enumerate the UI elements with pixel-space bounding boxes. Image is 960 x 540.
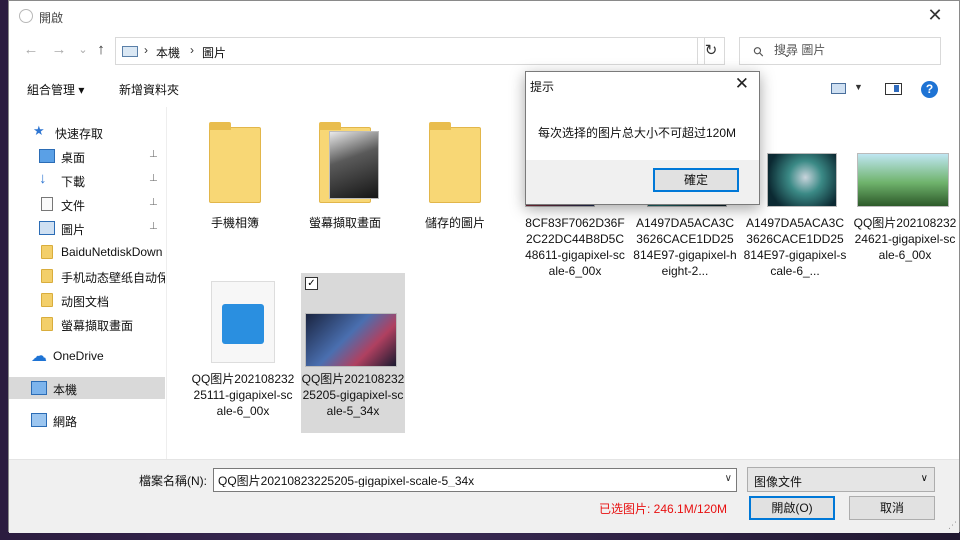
cloud-icon: ☁ (31, 348, 47, 365)
sidebar-item-pictures[interactable]: 圖片 ⊥ (9, 217, 165, 239)
breadcrumb-this-pc[interactable]: 本機 (156, 44, 180, 61)
back-arrow-icon[interactable]: ← (21, 41, 41, 58)
sidebar-item-screenshots[interactable]: 螢幕擷取畫面 (9, 313, 165, 335)
file-name: QQ图片20210823224621-gigapixel-scale-6_00x (853, 216, 957, 262)
address-bar[interactable]: › 本機 › 圖片 ⌄ (115, 37, 792, 65)
up-arrow-icon[interactable]: ↑ (91, 41, 111, 58)
star-icon: ★ (33, 123, 45, 138)
resize-grip-icon[interactable]: ⋰ (948, 520, 957, 531)
computer-icon (31, 381, 47, 395)
organize-button[interactable]: 組合管理 ▾ (27, 81, 84, 98)
file-name: QQ图片20210823225205-gigapixel-scale-5_34x (301, 372, 405, 418)
view-options-icon[interactable] (831, 83, 846, 94)
file-type-select[interactable]: 图像文件 ∨ (747, 467, 935, 492)
breadcrumb-pictures[interactable]: 圖片 (202, 44, 226, 61)
file-name: 儲存的圖片 (424, 216, 485, 230)
help-icon[interactable]: ? (921, 81, 938, 98)
file-item-image-selected[interactable]: ✓ QQ图片20210823225205-gigapixel-scale-5_3… (301, 273, 405, 433)
alert-message: 每次选择的图片总大小不可超过120M (538, 126, 737, 140)
filename-input[interactable] (218, 473, 713, 487)
selection-checkbox[interactable]: ✓ (305, 277, 318, 290)
forward-arrow-icon[interactable]: → (49, 41, 69, 58)
sidebar-item-wallpaper-folder[interactable]: 手机动态壁纸自动保 (9, 265, 165, 287)
alert-dialog: 提示 ✕ 每次选择的图片总大小不可超过120M 確定 (525, 71, 760, 205)
file-name: 螢幕擷取畫面 (308, 216, 381, 230)
chevron-down-icon[interactable]: ∨ (725, 473, 732, 484)
breadcrumb-separator[interactable]: › (190, 43, 194, 57)
file-item-folder[interactable]: 螢幕擷取畫面 (293, 113, 397, 263)
alert-title: 提示 (530, 80, 555, 94)
desktop-icon (39, 149, 55, 163)
image-thumbnail (305, 313, 397, 367)
sidebar-item-downloads[interactable]: ↓ 下載 ⊥ (9, 169, 165, 191)
file-name: 手機相簿 (210, 216, 259, 230)
close-icon[interactable]: ✕ (925, 5, 945, 27)
window-title: 開啟 (39, 11, 64, 25)
sidebar-item-baidunetdisk[interactable]: BaiduNetdiskDown (9, 241, 165, 263)
pictures-icon (39, 221, 55, 235)
pin-icon[interactable]: ⊥ (149, 149, 158, 160)
folder-icon (41, 317, 53, 331)
file-name: 8CF83F7062D36F2C22DC44B8D5C48611-gigapix… (525, 216, 625, 278)
file-name: A1497DA5ACA3C3626CACE1DD25814E97-gigapix… (633, 216, 737, 278)
folder-icon (429, 122, 481, 203)
dialog-footer: 檔案名稱(N): ∨ 图像文件 ∨ 已选图片: 246.1M/120M 開啟(O… (9, 459, 959, 533)
file-name: A1497DA5ACA3C3626CACE1DD25814E97-gigapix… (743, 216, 847, 278)
pin-icon[interactable]: ⊥ (149, 173, 158, 184)
image-thumbnail (767, 153, 837, 207)
breadcrumb-separator[interactable]: › (144, 43, 148, 57)
new-folder-button[interactable]: 新增資料夾 (119, 81, 179, 98)
pin-icon[interactable]: ⊥ (149, 221, 158, 232)
sidebar-item-gif-docs[interactable]: 动图文档 (9, 289, 165, 311)
open-button[interactable]: 開啟(O) (749, 496, 835, 520)
file-type-value: 图像文件 (754, 475, 803, 489)
recent-locations-chevron-icon[interactable]: ⌄ (73, 43, 93, 56)
document-icon (41, 197, 53, 211)
file-item-image[interactable]: QQ图片20210823224621-gigapixel-scale-6_00x (853, 113, 957, 273)
image-file-icon (211, 281, 275, 363)
search-input[interactable] (774, 43, 924, 57)
sidebar-item-network[interactable]: 網路 (9, 409, 165, 431)
view-dropdown-icon[interactable]: ▼ (854, 82, 863, 92)
file-item-folder[interactable]: 手機相簿 (183, 113, 287, 263)
search-icon: ⚲ (749, 42, 768, 61)
app-icon (19, 9, 33, 23)
network-icon (31, 413, 47, 427)
folder-icon (209, 122, 261, 203)
pictures-location-icon (122, 46, 138, 57)
cancel-button[interactable]: 取消 (849, 496, 935, 520)
open-file-dialog: 開啟 ✕ ← → ⌄ ↑ › 本機 › 圖片 ⌄ ↻ ⚲ 組合管理 ▾ 新增資料… (8, 0, 960, 533)
sidebar-item-desktop[interactable]: 桌面 ⊥ (9, 145, 165, 167)
pin-icon[interactable]: ⊥ (149, 197, 158, 208)
search-box[interactable]: ⚲ (739, 37, 941, 65)
command-bar: 組合管理 ▾ 新增資料夾 ▼ ? (9, 73, 959, 103)
title-bar: 開啟 ✕ (9, 1, 959, 33)
sidebar-item-this-pc[interactable]: 本機 (9, 377, 165, 399)
preview-pane-icon[interactable] (885, 83, 902, 95)
refresh-button[interactable]: ↻ (697, 37, 725, 65)
sidebar-item-quick-access[interactable]: ★ 快速存取 (9, 121, 165, 143)
ok-button[interactable]: 確定 (653, 168, 739, 192)
folder-icon (41, 245, 53, 259)
folder-icon (41, 293, 53, 307)
navigation-pane: ★ 快速存取 桌面 ⊥ ↓ 下載 ⊥ 文件 ⊥ 圖片 ⊥ BaiduNetdis… (9, 107, 167, 459)
file-name: QQ图片20210823225111-gigapixel-scale-6_00x (191, 372, 295, 418)
folder-preview-image (329, 131, 379, 199)
download-icon: ↓ (39, 170, 47, 187)
folder-icon (41, 269, 53, 283)
filename-label: 檔案名稱(N): (139, 474, 207, 488)
navigation-bar: ← → ⌄ ↑ › 本機 › 圖片 ⌄ ↻ ⚲ (9, 35, 959, 67)
file-item-image[interactable]: QQ图片20210823225111-gigapixel-scale-6_00x (191, 273, 295, 433)
selected-size-warning: 已选图片: 246.1M/120M (599, 502, 728, 516)
filename-combo[interactable]: ∨ (213, 468, 737, 492)
sidebar-item-onedrive[interactable]: ☁ OneDrive (9, 345, 165, 367)
image-thumbnail (857, 153, 949, 207)
sidebar-item-documents[interactable]: 文件 ⊥ (9, 193, 165, 215)
file-item-folder[interactable]: 儲存的圖片 (403, 113, 507, 263)
close-icon[interactable]: ✕ (735, 74, 749, 94)
alert-footer: 確定 (526, 160, 759, 204)
chevron-down-icon: ∨ (920, 473, 928, 484)
